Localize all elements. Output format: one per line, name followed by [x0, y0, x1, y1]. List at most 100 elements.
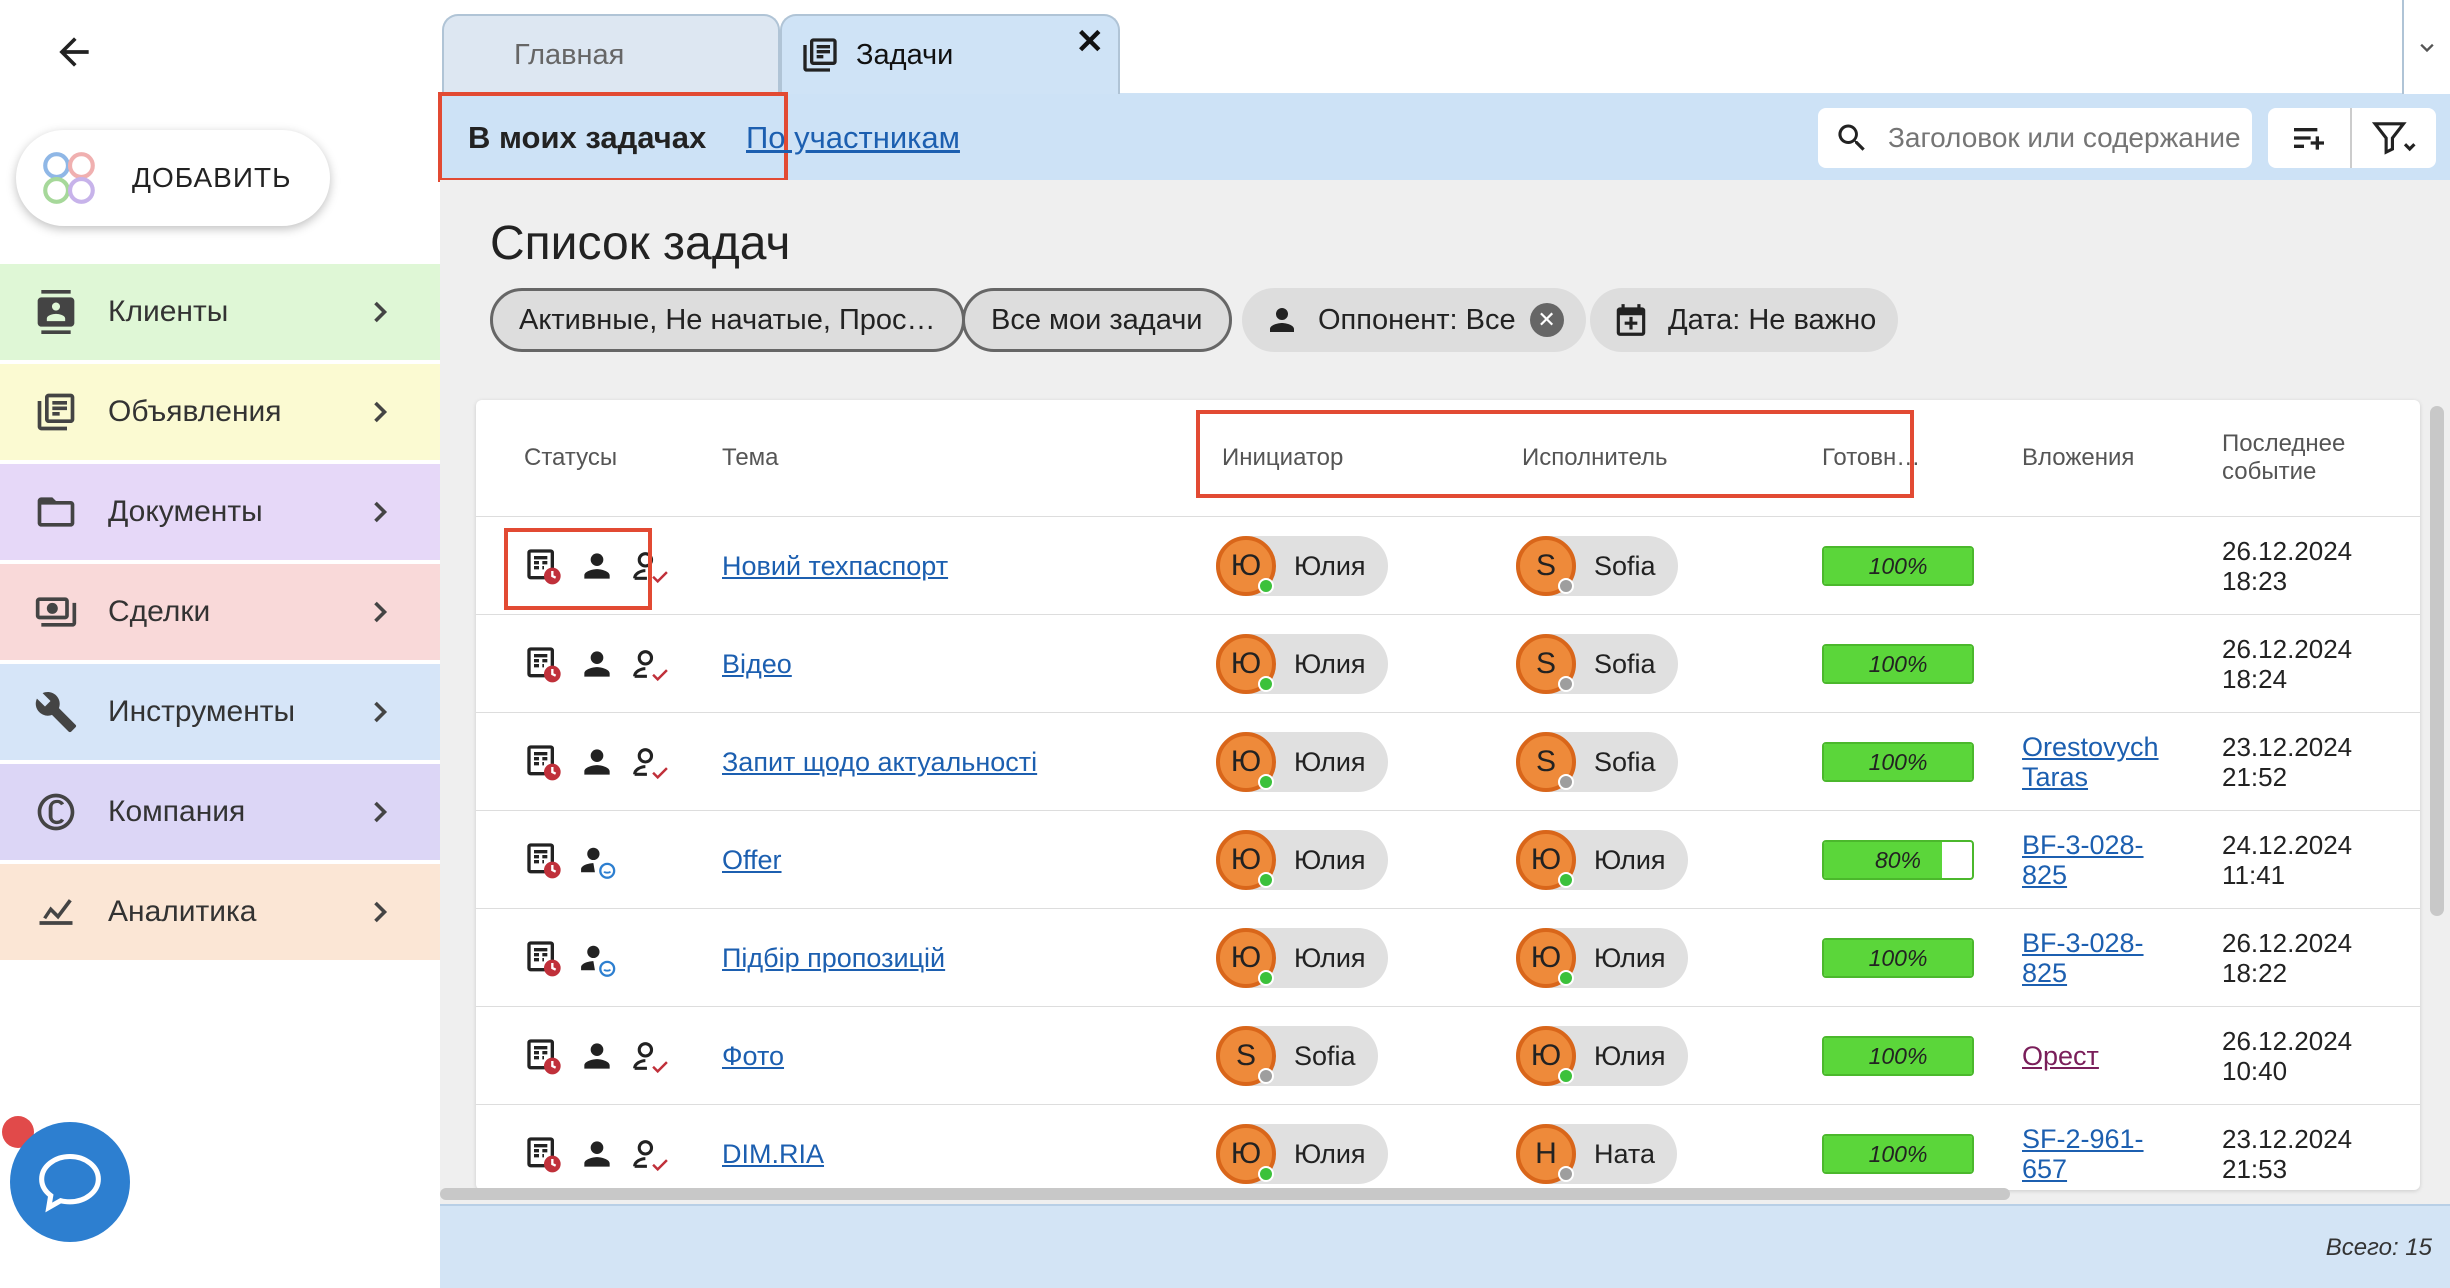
progress-bar: 100% [1822, 644, 1974, 684]
avatar: Ю [1216, 634, 1276, 694]
sidebar-item-listings[interactable]: Объявления [0, 364, 440, 460]
initiator-chip[interactable]: Ю Юлия [1216, 634, 1388, 694]
chevron-right-icon [374, 701, 388, 723]
header-statuses: Статусы [524, 444, 618, 471]
avatar: Н [1516, 1124, 1576, 1184]
initiator-chip[interactable]: Ю Юлия [1216, 536, 1388, 596]
task-topic-link[interactable]: Фото [722, 1041, 784, 1072]
status-filter-chip[interactable]: Активные, Не начатые, Прос… [490, 288, 965, 352]
initiator-chip[interactable]: S Sofia [1216, 1026, 1378, 1086]
chat-button[interactable] [10, 1122, 130, 1242]
sidebar-item-analytics[interactable]: Аналитика [0, 864, 440, 960]
tab-home[interactable]: Главная [442, 14, 780, 94]
progress-label: 100% [1868, 1140, 1928, 1167]
tab-my-tasks[interactable]: В моих задачах [468, 120, 706, 156]
contacts-icon [37, 290, 75, 334]
progress-label: 100% [1868, 552, 1928, 579]
task-topic-link[interactable]: Offer [722, 845, 782, 876]
presence-dot [1258, 774, 1274, 790]
executor-chip[interactable]: S Sofia [1516, 536, 1678, 596]
table-row[interactable]: Відео Ю Юлия S Sofia 100% 26.12.2024 18:24 [476, 614, 2420, 712]
tab-close-icon[interactable]: ✕ [1076, 22, 1105, 62]
avatar-initial: Ю [1530, 1039, 1562, 1072]
search-input[interactable] [1888, 122, 2248, 154]
executor-chip[interactable]: Ю Юлия [1516, 830, 1688, 890]
executor-chip[interactable]: S Sofia [1516, 732, 1678, 792]
executor-chip[interactable]: Ю Юлия [1516, 1026, 1688, 1086]
person-icon [584, 1141, 610, 1167]
table-row[interactable]: Offer Ю Юлия Ю Юлия 80% BF-3-028- 825 24.12.2024… [476, 810, 2420, 908]
person-self-icon [581, 945, 616, 977]
back-button[interactable] [44, 22, 104, 82]
initiator-chip[interactable]: Ю Юлия [1216, 928, 1388, 988]
attachment-link-cont[interactable]: Taras [2022, 762, 2088, 792]
initiator-chip[interactable]: Ю Юлия [1216, 732, 1388, 792]
scope-filter-chip[interactable]: Все мои задачи [962, 288, 1232, 352]
tabs-more-button[interactable] [2402, 0, 2450, 94]
attachment-link-cont[interactable]: 825 [2022, 958, 2067, 988]
header-last-event[interactable]: Последнее событие [2222, 400, 2345, 516]
total-count: Всего: 15 [2325, 1234, 2432, 1261]
tab-tasks-label: Задачи [856, 38, 954, 71]
attachment-link-cont[interactable]: 825 [2022, 860, 2067, 890]
add-filter-button[interactable] [2268, 108, 2352, 168]
initiator-chip[interactable]: Ю Юлия [1216, 830, 1388, 890]
last-event-time: 18:22 [2222, 958, 2288, 988]
executor-chip[interactable]: S Sofia [1516, 634, 1678, 694]
table-row[interactable]: Запит щодо актуальності Ю Юлия S Sofia 100% Or… [476, 712, 2420, 810]
attachment-link[interactable]: Орест [2022, 1041, 2099, 1071]
header-attachments[interactable]: Вложения [2022, 400, 2134, 516]
person-check-icon [633, 748, 668, 780]
date-filter-chip[interactable]: Дата: Не важно [1590, 288, 1899, 352]
add-button[interactable]: ДОБАВИТЬ [16, 130, 330, 226]
task-topic-link[interactable]: Відео [722, 649, 792, 680]
executor-chip[interactable]: Н Ната [1516, 1124, 1678, 1184]
sidebar-item-label: Клиенты [108, 295, 229, 328]
table-row[interactable]: DIM.RIA Ю Юлия Н Ната 100% SF-2-961- 657 23.12.2… [476, 1104, 2420, 1190]
task-topic-link[interactable]: Підбір пропозицій [722, 943, 945, 974]
clear-filter-icon[interactable]: ✕ [1529, 303, 1564, 337]
attachment-link[interactable]: Orestovych [2022, 732, 2159, 762]
attachment-link-cont[interactable]: 657 [2022, 1154, 2067, 1184]
content-area: Список задач Активные, Не начатые, Прос…… [440, 180, 2450, 1232]
task-doc-icon [527, 1137, 561, 1173]
opponent-filter-chip[interactable]: Оппонент: Все ✕ [1242, 288, 1586, 352]
task-doc-icon [527, 1039, 561, 1075]
sidebar-item-company[interactable]: Компания [0, 764, 440, 860]
sidebar-item-tools[interactable]: Инструменты [0, 664, 440, 760]
sidebar-item-clients[interactable]: Клиенты [0, 264, 440, 360]
initiator-chip[interactable]: Ю Юлия [1216, 1124, 1388, 1184]
avatar: Ю [1216, 732, 1276, 792]
sidebar-item-documents[interactable]: Документы [0, 464, 440, 560]
attachment-link[interactable]: BF-3-028- [2022, 830, 2144, 860]
task-topic-link[interactable]: Запит щодо актуальності [722, 747, 1037, 778]
avatar-initial: Ю [1230, 941, 1262, 974]
initiator-name: Sofia [1294, 1040, 1356, 1071]
status-icons [524, 811, 618, 909]
sidebar-item-deals[interactable]: Сделки [0, 564, 440, 660]
attachment-link[interactable]: BF-3-028- [2022, 928, 2144, 958]
person-icon [584, 1043, 610, 1069]
horizontal-scrollbar[interactable] [440, 1188, 2010, 1200]
folder-icon [37, 497, 75, 527]
executor-chip[interactable]: Ю Юлия [1516, 928, 1688, 988]
avatar-initial: S [1235, 1039, 1256, 1072]
tab-by-participants[interactable]: По участникам [746, 120, 960, 156]
avatar-initial: Ю [1230, 745, 1262, 778]
avatar-initial: Ю [1230, 549, 1262, 582]
header-topic[interactable]: Тема [722, 400, 779, 516]
table-row[interactable]: Новий техпаспорт Ю Юлия S Sofia 100% 26.12.202… [476, 516, 2420, 614]
filter-menu-button[interactable] [2352, 108, 2436, 168]
attachment-link[interactable]: SF-2-961- [2022, 1124, 2144, 1154]
table-row[interactable]: Підбір пропозицій Ю Юлия Ю Юлия 100% BF-3-028-… [476, 908, 2420, 1006]
table-row[interactable]: Фото S Sofia Ю Юлия 100% Орест 26.12.2024 10:40 [476, 1006, 2420, 1104]
sidebar: ДОБАВИТЬ Клиенты Объявления Документы Сделк… [0, 0, 440, 1288]
task-topic-link[interactable]: Новий техпаспорт [722, 551, 948, 582]
task-topic-link[interactable]: DIM.RIA [722, 1139, 824, 1170]
highlight-box-status-icons [504, 528, 652, 610]
vertical-scrollbar[interactable] [2430, 406, 2444, 916]
person-check-icon [633, 650, 668, 682]
executor-name: Юлия [1594, 942, 1666, 973]
tab-tasks[interactable]: Задачи ✕ [780, 14, 1120, 94]
last-event-date: 24.12.2024 [2222, 830, 2353, 860]
